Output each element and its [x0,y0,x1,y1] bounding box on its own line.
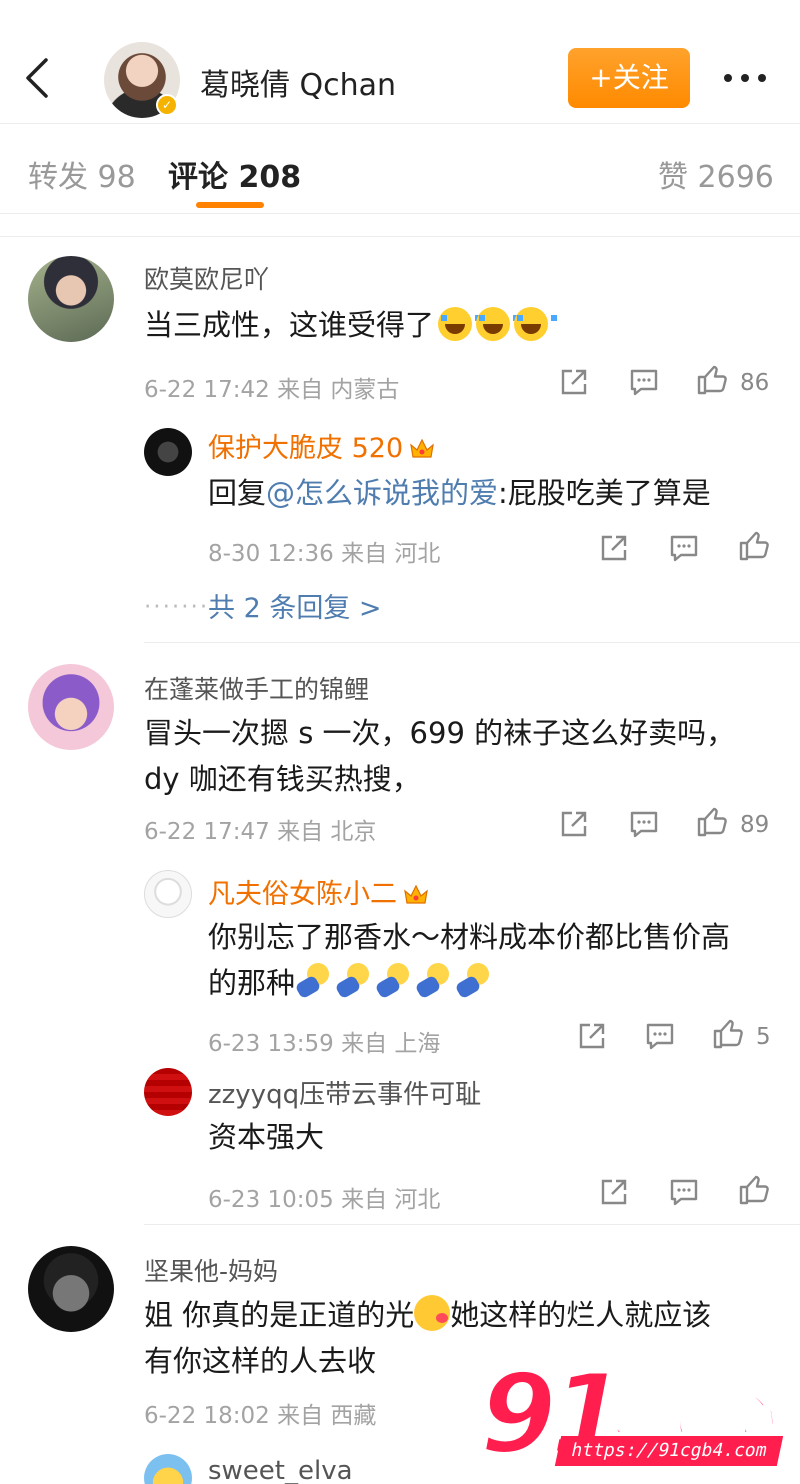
share-icon[interactable] [598,1176,630,1208]
reply-text: 资本强大 [208,1120,325,1154]
follow-button[interactable]: +关注 [568,48,690,108]
reply-username-text: 保护大脆皮 520 [208,433,404,464]
divider [0,236,800,237]
like-count: 86 [740,370,770,396]
site-watermark: 91 吃瓜中心 https://91cgb4.com [478,1349,790,1480]
author-name[interactable]: 葛晓倩 Qchan [200,60,396,104]
reply-prefix: 回复 [208,476,267,510]
dots-divider: ······· [144,594,210,620]
laugh-cry-emoji-icon [438,307,482,341]
comment-text-line-1: 姐 你真的是正道的光 她这样的烂人就应该 [144,1292,711,1338]
like-count: 5 [756,1024,771,1050]
avatar[interactable] [144,428,192,476]
doge-emoji-icon [375,963,411,999]
like-thumb-icon[interactable] [738,530,770,562]
share-icon[interactable] [598,532,630,564]
comment-text-body: 姐 你真的是正道的光 [144,1298,415,1332]
more-options-icon[interactable] [724,60,772,96]
tab-repost[interactable]: 转发 98 [28,152,136,196]
tab-comment[interactable]: 评论 208 [168,152,301,196]
reply-text-line-2: 的那种 [208,960,495,1006]
reply-icon[interactable] [668,1176,700,1208]
reply-username[interactable]: 保护大脆皮 520 [208,426,435,465]
comment-text-body: 当三成性，这谁受得了 [144,308,435,342]
reply-text-line-1: 你别忘了那香水～材料成本价都比售价高 [208,920,731,954]
reply-icon[interactable] [628,808,660,840]
comment-item: 在蓬莱做手工的锦鲤 冒头一次摁 s 一次，699 的袜子这么好卖吗， dy 咖还… [0,644,800,1225]
avatar[interactable] [28,1246,114,1332]
comment-meta: 6-22 17:42 来自 内蒙古 [144,377,400,403]
avatar[interactable] [144,1454,192,1484]
verified-badge-icon: ✓ [156,94,178,116]
watermark-url: https://91cgb4.com [554,1436,784,1466]
tab-like[interactable]: 赞 2696 [658,152,774,196]
doge-emoji-icon [335,963,371,999]
vip-crown-icon [404,884,428,904]
reply-username[interactable]: sweet_elva [208,1456,353,1484]
doge-emoji-icon [295,963,331,999]
reply-text: 回复@怎么诉说我的爱:屁股吃美了算是 [208,470,711,516]
share-icon[interactable] [558,808,590,840]
comment-text-line-2: dy 咖还有钱买热搜， [144,762,421,796]
avatar[interactable] [144,870,192,918]
reply-meta: 8-30 12:36 来自 河北 [208,541,441,567]
blush-kiss-emoji-icon [414,1295,451,1331]
comment-meta: 6-22 17:47 来自 北京 [144,819,377,845]
reply-icon[interactable] [668,532,700,564]
doge-emoji-icon [415,963,451,999]
reply-icon[interactable] [628,366,660,398]
like-thumb-icon[interactable] [696,806,728,838]
like-thumb-icon[interactable] [696,364,728,396]
reply-meta: 6-23 13:59 来自 上海 [208,1031,441,1057]
comment-item: 欧莫欧尼吖 当三成性，这谁受得了 6-22 17:42 来自 内蒙古 86 保护… [0,236,800,644]
divider [144,1224,800,1225]
comment-username[interactable]: 在蓬莱做手工的锦鲤 [144,670,369,706]
more-replies-link[interactable]: 共 2 条回复 > [208,586,382,625]
avatar[interactable] [28,664,114,750]
doge-emoji-icon [455,963,491,999]
back-arrow-icon[interactable] [22,56,52,100]
reply-icon[interactable] [644,1020,676,1052]
mention-link[interactable]: @怎么诉说我的爱 [266,476,498,510]
reply-username[interactable]: 凡夫俗女陈小二 [208,872,429,911]
like-thumb-icon[interactable] [712,1018,744,1050]
avatar[interactable] [144,1068,192,1116]
reply-meta: 6-23 10:05 来自 河北 [208,1187,441,1213]
comment-username[interactable]: 坚果他-妈妈 [144,1252,278,1288]
comment-username[interactable]: 欧莫欧尼吖 [144,260,269,296]
comment-meta: 6-22 18:02 来自 西藏 [144,1403,377,1429]
laugh-cry-emoji-icon [514,307,558,341]
vip-crown-icon [410,438,434,458]
watermark-title: 吃瓜中心 [597,1390,775,1443]
top-bar: ✓ 葛晓倩 Qchan +关注 [0,0,800,124]
laugh-cry-emoji-icon [476,307,520,341]
reply-username-text: 凡夫俗女陈小二 [208,879,397,910]
like-thumb-icon[interactable] [738,1174,770,1206]
share-icon[interactable] [558,366,590,398]
comment-text: 当三成性，这谁受得了 [144,302,558,348]
post-tabs: 转发 98 评论 208 赞 2696 [0,124,800,214]
divider [144,642,800,643]
active-tab-indicator [196,202,264,208]
reply-text-body: 的那种 [208,966,296,1000]
comment-text-line-1: 冒头一次摁 s 一次，699 的袜子这么好卖吗， [144,716,736,750]
comment-text-line-2: 有你这样的人去收 [144,1344,377,1378]
share-icon[interactable] [576,1020,608,1052]
reply-username[interactable]: zzyyqq压带云事件可耻 [208,1074,481,1111]
reply-text-body: :屁股吃美了算是 [498,476,711,510]
like-count: 89 [740,812,770,838]
comment-text-body: 她这样的烂人就应该 [450,1298,712,1332]
avatar[interactable] [28,256,114,342]
